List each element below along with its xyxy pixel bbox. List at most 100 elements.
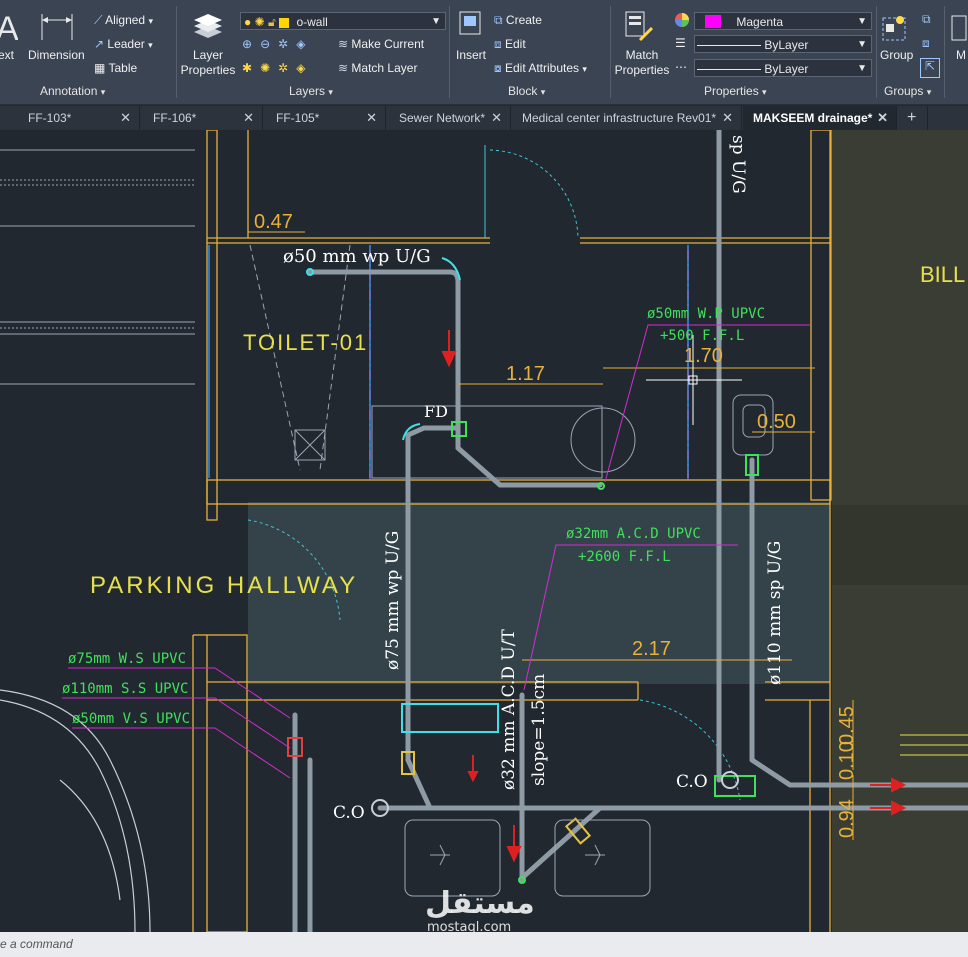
lineweight-icon: ☰ xyxy=(675,36,686,50)
group-tool-icon[interactable]: ⧉ xyxy=(922,12,931,27)
edit-block-button[interactable]: ⧈ Edit xyxy=(494,37,526,52)
chevron-down-icon: ▾ xyxy=(926,87,932,97)
dimension-icon[interactable] xyxy=(40,10,74,49)
panel-divider xyxy=(944,6,945,98)
layer-tool-icon[interactable]: ◈ xyxy=(296,37,313,51)
close-icon[interactable]: ✕ xyxy=(722,106,733,130)
create-block-icon: ⧉ xyxy=(494,13,503,27)
note-110-ss: ø110mm S.S UPVC xyxy=(62,681,188,697)
close-icon[interactable]: ✕ xyxy=(491,106,502,130)
note-500-ffl: +500 F.F.L xyxy=(660,328,744,344)
layer-tool-icon[interactable]: ✲ xyxy=(278,61,296,75)
chevron-down-icon: ▼ xyxy=(857,39,867,50)
group-icon[interactable] xyxy=(880,12,910,49)
dim-117: 1.17 xyxy=(506,363,545,385)
group-tool-icon[interactable]: ⧈ xyxy=(922,36,930,51)
groups-panel-label[interactable]: Groups ▾ xyxy=(884,84,931,98)
annotation-panel-label[interactable]: Annotation ▾ xyxy=(40,84,105,98)
create-block-button[interactable]: ⧉ Create xyxy=(494,13,542,28)
block-panel-label[interactable]: Block ▾ xyxy=(508,84,545,98)
leader-icon: ↗ xyxy=(94,37,105,51)
dim-010: 0.10 xyxy=(836,741,858,780)
properties-panel-label[interactable]: Properties ▾ xyxy=(704,84,767,98)
color-dropdown[interactable]: Magenta ▼ xyxy=(694,12,872,30)
close-icon[interactable]: ✕ xyxy=(366,106,377,130)
billing-hatch-band xyxy=(832,505,968,585)
tab-medical-center[interactable]: Medical center infrastructure Rev01* ✕ xyxy=(512,106,742,130)
aligned-icon: ⟋ xyxy=(94,13,103,27)
chevron-down-icon: ▼ xyxy=(857,63,867,74)
table-icon: ▦ xyxy=(94,61,106,75)
text-tool-label[interactable]: ext xyxy=(0,48,14,62)
match-properties-button[interactable]: Match Properties xyxy=(612,48,672,78)
note-75-ws: ø75mm W.S UPVC xyxy=(68,651,186,667)
layer-dropdown[interactable]: ● ✺ 🔓︎ o-wall ▼ xyxy=(240,12,446,30)
lightbulb-icon: ● xyxy=(244,15,252,29)
fd-label: FD xyxy=(424,402,448,421)
drawing-canvas[interactable]: 0.47 ø50 mm wp U/G TOILET-01 ø50mm W.P U… xyxy=(0,127,968,935)
measure-label[interactable]: M xyxy=(956,48,966,62)
magenta-swatch xyxy=(705,15,721,29)
dim-050: 0.50 xyxy=(757,411,796,433)
new-tab-button[interactable]: + xyxy=(898,106,928,130)
unlock-icon: 🔓︎ xyxy=(268,15,276,29)
make-current-button[interactable]: ≋ Make Current xyxy=(338,37,424,51)
layer-properties-icon[interactable] xyxy=(190,10,224,49)
panel-divider xyxy=(449,6,450,98)
chevron-down-icon: ▾ xyxy=(328,87,333,97)
insert-button[interactable]: Insert xyxy=(456,48,486,62)
layer-properties-button[interactable]: Layer Properties xyxy=(180,48,236,78)
layer-tool-icon[interactable]: ⊕ xyxy=(242,37,260,51)
insert-block-icon[interactable] xyxy=(458,10,484,45)
layer-tool-icon[interactable]: ✲ xyxy=(278,37,296,51)
table-button[interactable]: ▦ Table xyxy=(94,61,137,75)
edit-attributes-button[interactable]: ⧇ Edit Attributes ▾ xyxy=(494,61,587,76)
layers-panel-label[interactable]: Layers ▾ xyxy=(289,84,333,98)
note-50-vs: ø50mm V.S UPVC xyxy=(72,711,190,727)
parking-hallway-label: PARKING HALLWAY xyxy=(90,572,358,599)
close-icon[interactable]: ✕ xyxy=(877,106,888,130)
layer-tool-icon[interactable]: ✱ xyxy=(242,61,260,75)
pipe-label-32-acd: ø32 mm A.C.D U/T xyxy=(499,629,519,790)
tab-makseem-drainage[interactable]: MAKSEEM drainage* ✕ xyxy=(743,106,897,130)
command-line[interactable]: e a command xyxy=(0,932,968,957)
dimension-button[interactable]: Dimension xyxy=(28,48,85,62)
layer-tools-row2: ✱✺✲◈ xyxy=(242,61,313,75)
match-layer-button[interactable]: ≋ Match Layer xyxy=(338,61,417,75)
chevron-down-icon: ▾ xyxy=(148,16,153,26)
match-properties-icon[interactable] xyxy=(624,10,654,49)
leader-button[interactable]: ↗ Leader ▾ xyxy=(94,37,153,51)
layer-tool-icon[interactable]: ◈ xyxy=(296,61,313,75)
note-2600-ffl: +2600 F.F.L xyxy=(578,549,671,565)
measure-icon[interactable] xyxy=(950,12,968,49)
line-preview xyxy=(697,45,761,47)
co-label-right: C.O xyxy=(676,772,708,792)
tab-ff-105[interactable]: FF-105* ✕ xyxy=(264,106,386,130)
tab-sewer-network[interactable]: Sewer Network* ✕ xyxy=(387,106,511,130)
dim-094: 0.94 xyxy=(836,799,858,838)
linetype-icon: ⋯ xyxy=(675,60,687,74)
layer-tool-icon[interactable]: ⊖ xyxy=(260,37,278,51)
tab-ff-103[interactable]: FF-103* ✕ xyxy=(0,106,140,130)
group-button[interactable]: Group xyxy=(880,48,913,62)
dim-045: 0.45 xyxy=(836,706,858,745)
text-tool-icon[interactable]: A xyxy=(0,8,19,49)
command-input[interactable]: e a command xyxy=(0,937,73,951)
table-label: Table xyxy=(108,61,138,75)
group-select-icon[interactable]: ⇱ xyxy=(920,58,940,78)
mostaql-watermark: مستقل mostaql.com xyxy=(425,888,535,936)
close-icon[interactable]: ✕ xyxy=(243,106,254,130)
layer-tool-icon[interactable]: ✺ xyxy=(260,61,278,75)
current-layer-name: o-wall xyxy=(296,15,328,29)
lineweight-dropdown[interactable]: ByLayer ▼ xyxy=(694,35,872,53)
ribbon: A ext Dimension ⟋ Aligned ▾ ↗ Leader ▾ ▦… xyxy=(0,0,968,105)
aligned-button[interactable]: ⟋ Aligned ▾ xyxy=(94,13,153,28)
linetype-dropdown[interactable]: ByLayer ▼ xyxy=(694,59,872,77)
co-label-left: C.O xyxy=(333,803,365,823)
aligned-label: Aligned xyxy=(105,13,146,27)
sun-icon: ✺ xyxy=(254,15,265,29)
tab-ff-106[interactable]: FF-106* ✕ xyxy=(141,106,263,130)
chevron-down-icon: ▾ xyxy=(540,87,546,97)
chevron-down-icon: ▼ xyxy=(857,16,867,27)
close-icon[interactable]: ✕ xyxy=(120,106,131,130)
